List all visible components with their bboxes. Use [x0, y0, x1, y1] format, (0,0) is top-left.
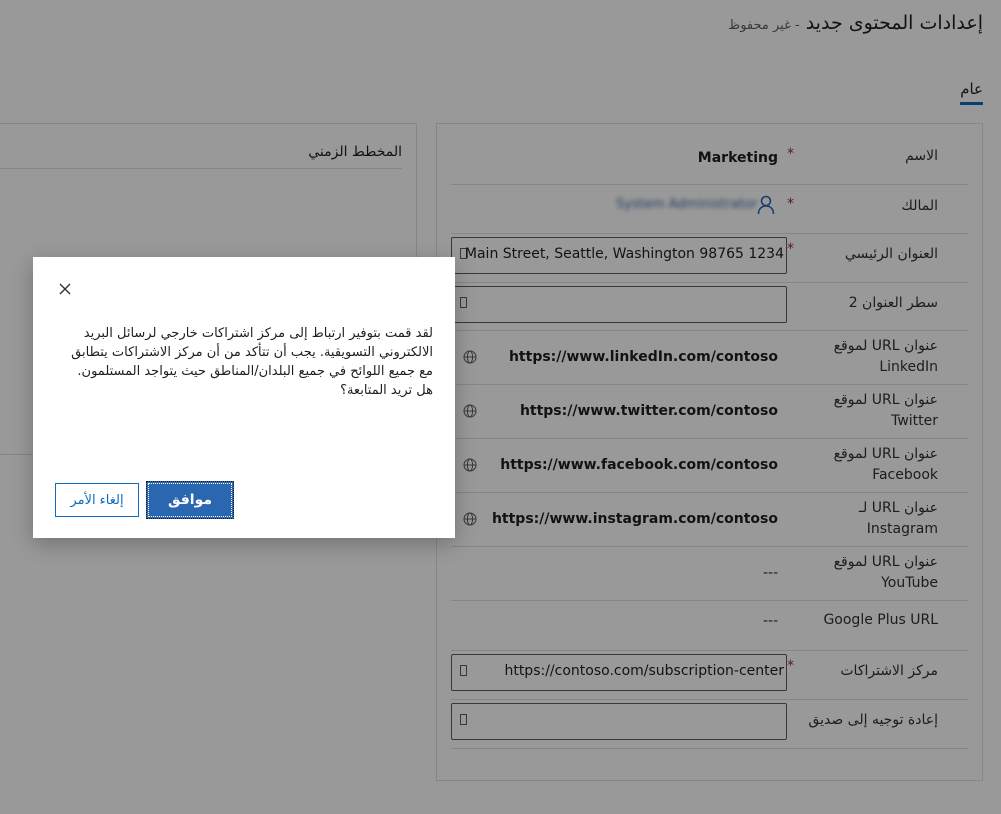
- ok-button[interactable]: موافق: [146, 481, 234, 519]
- cancel-button[interactable]: إلغاء الأمر: [55, 483, 139, 517]
- confirm-dialog: لقد قمت بتوفير ارتباط إلى مركز اشتراكات …: [33, 257, 455, 538]
- close-icon[interactable]: [57, 281, 73, 297]
- dialog-message: لقد قمت بتوفير ارتباط إلى مركز اشتراكات …: [71, 326, 433, 398]
